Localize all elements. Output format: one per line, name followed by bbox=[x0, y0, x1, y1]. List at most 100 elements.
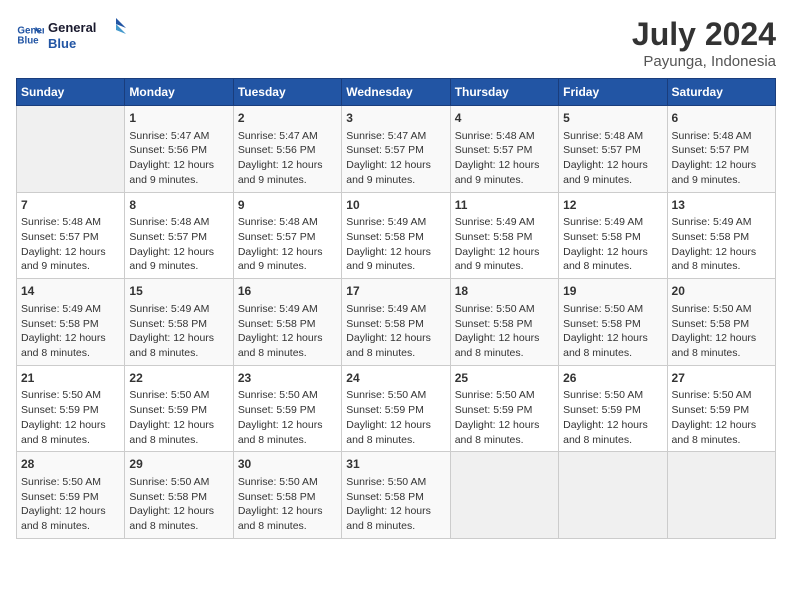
day-number: 29 bbox=[129, 456, 228, 473]
title-block: July 2024 Payunga, Indonesia bbox=[632, 16, 776, 70]
calendar-cell: 25Sunrise: 5:50 AM Sunset: 5:59 PM Dayli… bbox=[450, 365, 558, 452]
day-number: 9 bbox=[238, 197, 337, 214]
day-number: 31 bbox=[346, 456, 445, 473]
week-row-1: 7Sunrise: 5:48 AM Sunset: 5:57 PM Daylig… bbox=[17, 192, 776, 279]
calendar-cell: 14 Sunrise: 5:49 AM Sunset: 5:58 PM Dayli… bbox=[17, 279, 125, 366]
svg-text:Blue: Blue bbox=[48, 36, 76, 51]
calendar-table: SundayMondayTuesdayWednesdayThursdayFrid… bbox=[16, 78, 776, 539]
calendar-cell bbox=[450, 452, 558, 539]
calendar-cell: 19Sunrise: 5:50 AM Sunset: 5:58 PM Dayli… bbox=[559, 279, 667, 366]
day-info: Sunrise: 5:50 AM Sunset: 5:58 PM Dayligh… bbox=[238, 475, 337, 534]
calendar-cell: 22Sunrise: 5:50 AM Sunset: 5:59 PM Dayli… bbox=[125, 365, 233, 452]
week-row-0: 1 Sunrise: 5:47 AM Sunset: 5:56 PM Daylig… bbox=[17, 106, 776, 193]
calendar-cell: 26Sunrise: 5:50 AM Sunset: 5:59 PM Dayli… bbox=[559, 365, 667, 452]
calendar-cell: 18 Sunrise: 5:50 AM Sunset: 5:58 PM Dayli… bbox=[450, 279, 558, 366]
day-info: Sunrise: 5:50 AM Sunset: 5:59 PM Dayligh… bbox=[238, 388, 337, 447]
day-info: Sunrise: 5:49 AM Sunset: 5:58 PM Dayligh… bbox=[21, 302, 120, 361]
header-row: SundayMondayTuesdayWednesdayThursdayFrid… bbox=[17, 79, 776, 106]
calendar-cell: 29 Sunrise: 5:50 AM Sunset: 5:58 PM Dayli… bbox=[125, 452, 233, 539]
day-info: Sunrise: 5:47 AM Sunset: 5:56 PM Dayligh… bbox=[129, 129, 228, 188]
calendar-cell: 15Sunrise: 5:49 AM Sunset: 5:58 PM Dayli… bbox=[125, 279, 233, 366]
day-info: Sunrise: 5:50 AM Sunset: 5:58 PM Dayligh… bbox=[672, 302, 771, 361]
header-saturday: Saturday bbox=[667, 79, 775, 106]
header-wednesday: Wednesday bbox=[342, 79, 450, 106]
calendar-cell: 11Sunrise: 5:49 AM Sunset: 5:58 PM Dayli… bbox=[450, 192, 558, 279]
day-info: Sunrise: 5:49 AM Sunset: 5:58 PM Dayligh… bbox=[238, 302, 337, 361]
day-number: 13 bbox=[672, 197, 771, 214]
calendar-cell: 1 Sunrise: 5:47 AM Sunset: 5:56 PM Daylig… bbox=[125, 106, 233, 193]
day-info: Sunrise: 5:47 AM Sunset: 5:56 PM Dayligh… bbox=[238, 129, 337, 188]
calendar-cell: 20Sunrise: 5:50 AM Sunset: 5:58 PM Dayli… bbox=[667, 279, 775, 366]
month-year: July 2024 bbox=[632, 16, 776, 53]
calendar-cell: 5Sunrise: 5:48 AM Sunset: 5:57 PM Daylig… bbox=[559, 106, 667, 193]
day-number: 23 bbox=[238, 370, 337, 387]
day-number: 30 bbox=[238, 456, 337, 473]
header-monday: Monday bbox=[125, 79, 233, 106]
day-info: Sunrise: 5:49 AM Sunset: 5:58 PM Dayligh… bbox=[672, 215, 771, 274]
header-sunday: Sunday bbox=[17, 79, 125, 106]
day-info: Sunrise: 5:48 AM Sunset: 5:57 PM Dayligh… bbox=[21, 215, 120, 274]
day-number: 12 bbox=[563, 197, 662, 214]
day-info: Sunrise: 5:50 AM Sunset: 5:58 PM Dayligh… bbox=[455, 302, 554, 361]
calendar-cell: 16 Sunrise: 5:49 AM Sunset: 5:58 PM Dayli… bbox=[233, 279, 341, 366]
calendar-cell: 12Sunrise: 5:49 AM Sunset: 5:58 PM Dayli… bbox=[559, 192, 667, 279]
calendar-cell bbox=[559, 452, 667, 539]
day-number: 24 bbox=[346, 370, 445, 387]
calendar-cell: 21Sunrise: 5:50 AM Sunset: 5:59 PM Dayli… bbox=[17, 365, 125, 452]
day-number: 17 bbox=[346, 283, 445, 300]
day-info: Sunrise: 5:50 AM Sunset: 5:59 PM Dayligh… bbox=[672, 388, 771, 447]
logo-svg: General Blue bbox=[48, 16, 128, 54]
week-row-4: 28 Sunrise: 5:50 AM Sunset: 5:59 PM Dayli… bbox=[17, 452, 776, 539]
day-number: 5 bbox=[563, 110, 662, 127]
day-number: 14 bbox=[21, 283, 120, 300]
day-number: 6 bbox=[672, 110, 771, 127]
day-info: Sunrise: 5:50 AM Sunset: 5:58 PM Dayligh… bbox=[346, 475, 445, 534]
day-info: Sunrise: 5:50 AM Sunset: 5:59 PM Dayligh… bbox=[346, 388, 445, 447]
day-info: Sunrise: 5:50 AM Sunset: 5:59 PM Dayligh… bbox=[21, 475, 120, 534]
svg-text:General: General bbox=[48, 20, 96, 35]
calendar-cell: 8Sunrise: 5:48 AM Sunset: 5:57 PM Daylig… bbox=[125, 192, 233, 279]
day-info: Sunrise: 5:50 AM Sunset: 5:59 PM Dayligh… bbox=[21, 388, 120, 447]
day-number: 3 bbox=[346, 110, 445, 127]
calendar-cell bbox=[17, 106, 125, 193]
calendar-cell: 7Sunrise: 5:48 AM Sunset: 5:57 PM Daylig… bbox=[17, 192, 125, 279]
header-friday: Friday bbox=[559, 79, 667, 106]
day-info: Sunrise: 5:50 AM Sunset: 5:59 PM Dayligh… bbox=[455, 388, 554, 447]
svg-text:Blue: Blue bbox=[17, 35, 39, 46]
calendar-cell: 31 Sunrise: 5:50 AM Sunset: 5:58 PM Dayli… bbox=[342, 452, 450, 539]
day-number: 19 bbox=[563, 283, 662, 300]
day-info: Sunrise: 5:49 AM Sunset: 5:58 PM Dayligh… bbox=[129, 302, 228, 361]
calendar-cell: 2Sunrise: 5:47 AM Sunset: 5:56 PM Daylig… bbox=[233, 106, 341, 193]
day-number: 4 bbox=[455, 110, 554, 127]
day-number: 27 bbox=[672, 370, 771, 387]
calendar-cell: 27Sunrise: 5:50 AM Sunset: 5:59 PM Dayli… bbox=[667, 365, 775, 452]
day-info: Sunrise: 5:49 AM Sunset: 5:58 PM Dayligh… bbox=[563, 215, 662, 274]
day-number: 11 bbox=[455, 197, 554, 214]
day-number: 16 bbox=[238, 283, 337, 300]
day-info: Sunrise: 5:49 AM Sunset: 5:58 PM Dayligh… bbox=[346, 302, 445, 361]
day-number: 28 bbox=[21, 456, 120, 473]
day-info: Sunrise: 5:48 AM Sunset: 5:57 PM Dayligh… bbox=[455, 129, 554, 188]
calendar-cell bbox=[667, 452, 775, 539]
day-info: Sunrise: 5:50 AM Sunset: 5:58 PM Dayligh… bbox=[129, 475, 228, 534]
day-info: Sunrise: 5:48 AM Sunset: 5:57 PM Dayligh… bbox=[672, 129, 771, 188]
location: Payunga, Indonesia bbox=[632, 53, 776, 70]
logo: General Blue General Blue bbox=[16, 16, 128, 54]
day-info: Sunrise: 5:49 AM Sunset: 5:58 PM Dayligh… bbox=[455, 215, 554, 274]
calendar-cell: 10Sunrise: 5:49 AM Sunset: 5:58 PM Dayli… bbox=[342, 192, 450, 279]
day-number: 7 bbox=[21, 197, 120, 214]
day-number: 26 bbox=[563, 370, 662, 387]
header-tuesday: Tuesday bbox=[233, 79, 341, 106]
day-number: 18 bbox=[455, 283, 554, 300]
calendar-cell: 24Sunrise: 5:50 AM Sunset: 5:59 PM Dayli… bbox=[342, 365, 450, 452]
day-info: Sunrise: 5:47 AM Sunset: 5:57 PM Dayligh… bbox=[346, 129, 445, 188]
day-number: 22 bbox=[129, 370, 228, 387]
calendar-cell: 4 Sunrise: 5:48 AM Sunset: 5:57 PM Daylig… bbox=[450, 106, 558, 193]
calendar-cell: 28 Sunrise: 5:50 AM Sunset: 5:59 PM Dayli… bbox=[17, 452, 125, 539]
header-thursday: Thursday bbox=[450, 79, 558, 106]
day-number: 21 bbox=[21, 370, 120, 387]
day-number: 1 bbox=[129, 110, 228, 127]
week-row-3: 21Sunrise: 5:50 AM Sunset: 5:59 PM Dayli… bbox=[17, 365, 776, 452]
page-header: General Blue General Blue July 2024 Payu… bbox=[16, 16, 776, 70]
calendar-cell: 9Sunrise: 5:48 AM Sunset: 5:57 PM Daylig… bbox=[233, 192, 341, 279]
